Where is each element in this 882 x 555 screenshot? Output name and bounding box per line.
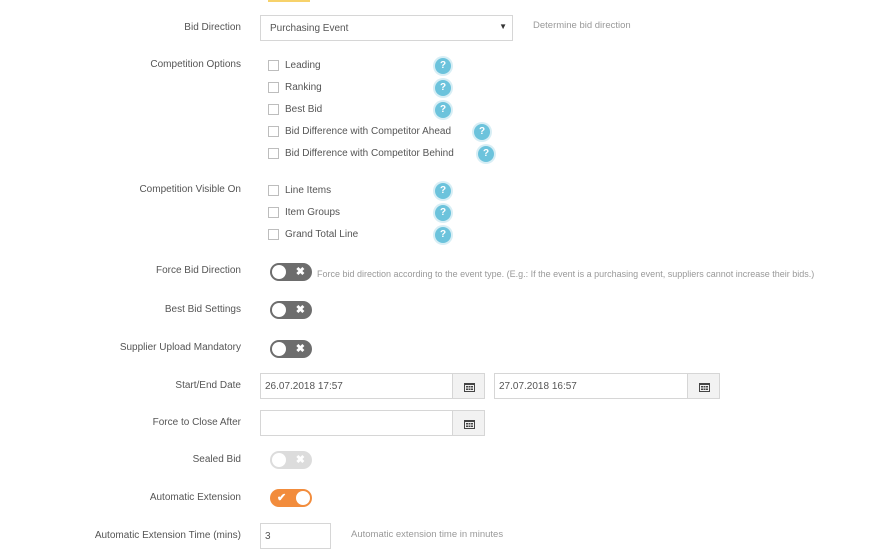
automatic-extension-time-value: 3 — [265, 531, 271, 542]
close-icon: ✖ — [295, 266, 305, 278]
calendar-icon — [464, 420, 475, 429]
help-icon[interactable]: ? — [478, 146, 494, 162]
help-icon[interactable]: ? — [474, 124, 490, 140]
competition-visible-on-label: Competition Visible On — [139, 184, 241, 195]
start-end-date-label: Start/End Date — [175, 380, 241, 391]
best-bid-settings-toggle[interactable]: ✖ — [270, 301, 312, 319]
top-accent-bar — [268, 0, 310, 2]
checkbox[interactable] — [268, 60, 279, 71]
checkbox[interactable] — [268, 185, 279, 196]
checkbox[interactable] — [268, 148, 279, 159]
best-bid-settings-label: Best Bid Settings — [164, 304, 241, 315]
help-icon[interactable]: ? — [435, 183, 451, 199]
checkbox-label: Leading — [285, 60, 321, 71]
automatic-extension-time-hint: Automatic extension time in minutes — [351, 529, 504, 540]
bid-direction-select[interactable]: Purchasing Event ▼ — [260, 15, 513, 41]
checkbox[interactable] — [268, 207, 279, 218]
checkbox[interactable] — [268, 126, 279, 137]
checkbox-label: Bid Difference with Competitor Behind — [285, 148, 454, 159]
checkbox-label: Item Groups — [285, 207, 341, 218]
checkbox-label: Bid Difference with Competitor Ahead — [285, 126, 452, 137]
checkbox-label: Ranking — [285, 82, 322, 93]
help-icon[interactable]: ? — [435, 58, 451, 74]
start-date-calendar-button[interactable] — [452, 373, 485, 399]
checkbox-label: Best Bid — [285, 104, 323, 115]
sealed-bid-label: Sealed Bid — [192, 454, 241, 465]
force-to-close-calendar-button[interactable] — [452, 410, 485, 436]
end-date-input[interactable]: 27.07.2018 16:57 — [494, 373, 688, 399]
calendar-icon — [464, 383, 475, 392]
close-icon: ✖ — [295, 304, 305, 316]
close-icon: ✖ — [295, 343, 305, 355]
bid-direction-value: Purchasing Event — [270, 23, 349, 34]
caret-down-icon: ▼ — [499, 22, 507, 31]
toggle-knob — [272, 303, 286, 317]
help-icon[interactable]: ? — [435, 205, 451, 221]
checkbox[interactable] — [268, 82, 279, 93]
force-bid-direction-toggle[interactable]: ✖ — [270, 263, 312, 281]
force-to-close-after-label: Force to Close After — [152, 417, 241, 428]
help-icon[interactable]: ? — [435, 102, 451, 118]
end-date-calendar-button[interactable] — [687, 373, 720, 399]
checkbox[interactable] — [268, 104, 279, 115]
check-icon: ✔ — [277, 492, 287, 504]
automatic-extension-toggle[interactable]: ✔ — [270, 489, 312, 507]
automatic-extension-label: Automatic Extension — [149, 492, 241, 503]
force-bid-direction-hint: Force bid direction according to the eve… — [317, 269, 815, 279]
supplier-upload-mandatory-toggle[interactable]: ✖ — [270, 340, 312, 358]
toggle-knob — [272, 265, 286, 279]
automatic-extension-time-input[interactable]: 3 — [260, 523, 331, 549]
force-bid-direction-label: Force Bid Direction — [155, 265, 241, 276]
bid-direction-label: Bid Direction — [184, 22, 241, 33]
help-icon[interactable]: ? — [435, 227, 451, 243]
toggle-knob — [272, 453, 286, 467]
toggle-knob — [296, 491, 310, 505]
start-date-input[interactable]: 26.07.2018 17:57 — [260, 373, 453, 399]
help-icon[interactable]: ? — [435, 80, 451, 96]
checkbox[interactable] — [268, 229, 279, 240]
bid-direction-hint: Determine bid direction — [533, 20, 631, 31]
start-date-value: 26.07.2018 17:57 — [265, 381, 343, 392]
sealed-bid-toggle: ✖ — [270, 451, 312, 469]
checkbox-label: Grand Total Line — [285, 229, 359, 240]
competition-options-label: Competition Options — [150, 59, 241, 70]
supplier-upload-mandatory-label: Supplier Upload Mandatory — [119, 342, 241, 353]
force-to-close-after-input[interactable] — [260, 410, 453, 436]
automatic-extension-time-label: Automatic Extension Time (mins) — [94, 530, 241, 541]
close-icon: ✖ — [295, 454, 305, 466]
toggle-knob — [272, 342, 286, 356]
checkbox-label: Line Items — [285, 185, 332, 196]
end-date-value: 27.07.2018 16:57 — [499, 381, 577, 392]
calendar-icon — [699, 383, 710, 392]
